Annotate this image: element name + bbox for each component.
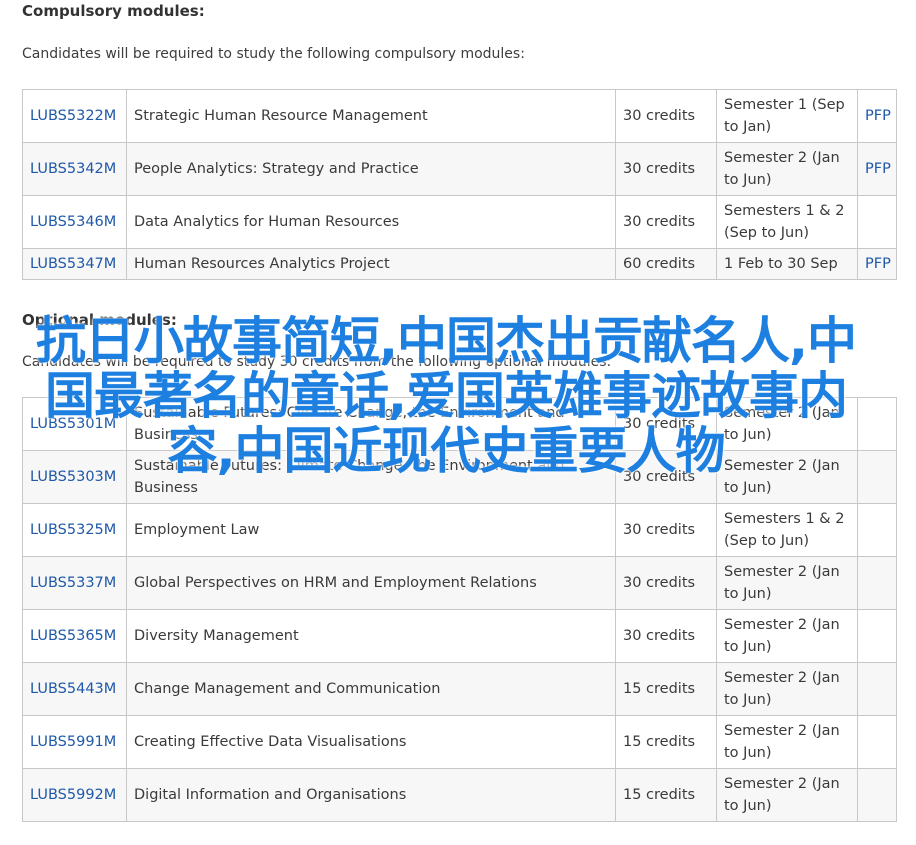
- module-code-cell: LUBS5342M: [22, 142, 127, 196]
- module-code-link[interactable]: LUBS5443M: [30, 681, 116, 697]
- module-name-cell: Employment Law: [126, 503, 616, 557]
- module-code-cell: LUBS5365M: [22, 609, 127, 663]
- module-name-cell: Digital Information and Organisations: [126, 768, 616, 822]
- module-semester-cell: Semester 2 (Jan to Jun): [716, 662, 858, 716]
- module-code-cell: LUBS5337M: [22, 556, 127, 610]
- module-pfp-cell: [857, 662, 897, 716]
- module-code-cell: LUBS5992M: [22, 768, 127, 822]
- module-pfp-cell: [857, 503, 897, 557]
- module-code-link[interactable]: LUBS5342M: [30, 161, 116, 177]
- module-pfp-cell: [857, 195, 897, 249]
- module-row: LUBS5322M Strategic Human Resource Manage…: [22, 89, 897, 143]
- module-pfp-cell: PFP: [857, 89, 897, 143]
- module-name-cell: Change Management and Communication: [126, 662, 616, 716]
- module-semester-cell: 1 Feb to 30 Sep: [716, 248, 858, 280]
- module-credits-cell: 30 credits: [615, 556, 717, 610]
- module-name-cell: Creating Effective Data Visualisations: [126, 715, 616, 769]
- compulsory-modules-intro: Candidates will be required to study the…: [22, 46, 525, 62]
- module-pfp-link[interactable]: PFP: [865, 161, 891, 177]
- module-name-cell: Strategic Human Resource Management: [126, 89, 616, 143]
- module-pfp-cell: [857, 768, 897, 822]
- module-pfp-cell: PFP: [857, 142, 897, 196]
- module-pfp-cell: [857, 397, 897, 451]
- module-name-cell: Global Perspectives on HRM and Employmen…: [126, 556, 616, 610]
- module-pfp-cell: PFP: [857, 248, 897, 280]
- module-row: LUBS5342M People Analytics: Strategy and …: [22, 142, 897, 196]
- module-code-cell: LUBS5322M: [22, 89, 127, 143]
- module-row: LUBS5991M Creating Effective Data Visuali…: [22, 715, 897, 769]
- module-row: LUBS5365M Diversity Management 30 credits S…: [22, 609, 897, 663]
- module-name-cell: Data Analytics for Human Resources: [126, 195, 616, 249]
- module-code-cell: LUBS5325M: [22, 503, 127, 557]
- module-credits-cell: 30 credits: [615, 195, 717, 249]
- module-credits-cell: 15 credits: [615, 768, 717, 822]
- module-pfp-cell: [857, 715, 897, 769]
- module-credits-cell: 15 credits: [615, 662, 717, 716]
- module-pfp-link[interactable]: PFP: [865, 256, 891, 272]
- module-name-cell: People Analytics: Strategy and Practice: [126, 142, 616, 196]
- module-code-link[interactable]: LUBS5991M: [30, 734, 116, 750]
- module-row: LUBS5346M Data Analytics for Human Resour…: [22, 195, 897, 249]
- module-code-link[interactable]: LUBS5346M: [30, 214, 116, 230]
- module-code-cell: LUBS5443M: [22, 662, 127, 716]
- module-semester-cell: Semester 2 (Jan to Jun): [716, 715, 858, 769]
- module-name-cell: Human Resources Analytics Project: [126, 248, 616, 280]
- module-pfp-link[interactable]: PFP: [865, 108, 891, 124]
- module-credits-cell: 30 credits: [615, 142, 717, 196]
- module-credits-cell: 30 credits: [615, 89, 717, 143]
- module-semester-cell: Semester 1 (Sep to Jan): [716, 89, 858, 143]
- module-row: LUBS5347M Human Resources Analytics Proje…: [22, 248, 897, 280]
- module-row: LUBS5443M Change Management and Communica…: [22, 662, 897, 716]
- module-semester-cell: Semester 2 (Jan to Jun): [716, 556, 858, 610]
- module-row: LUBS5992M Digital Information and Organis…: [22, 768, 897, 822]
- module-semester-cell: Semester 2 (Jan to Jun): [716, 142, 858, 196]
- module-code-link[interactable]: LUBS5337M: [30, 575, 116, 591]
- module-code-cell: LUBS5346M: [22, 195, 127, 249]
- module-semester-cell: Semesters 1 & 2 (Sep to Jun): [716, 503, 858, 557]
- module-code-link[interactable]: LUBS5325M: [30, 522, 116, 538]
- module-credits-cell: 30 credits: [615, 503, 717, 557]
- module-credits-cell: 30 credits: [615, 609, 717, 663]
- compulsory-modules-heading: Compulsory modules:: [22, 2, 205, 20]
- module-code-link[interactable]: LUBS5992M: [30, 787, 116, 803]
- module-semester-cell: Semester 2 (Jan to Jun): [716, 609, 858, 663]
- compulsory-modules-table: LUBS5322M Strategic Human Resource Manage…: [22, 89, 897, 280]
- module-code-cell: LUBS5991M: [22, 715, 127, 769]
- module-semester-cell: Semester 2 (Jan to Jun): [716, 768, 858, 822]
- module-code-link[interactable]: LUBS5365M: [30, 628, 116, 644]
- module-pfp-cell: [857, 450, 897, 504]
- module-pfp-cell: [857, 609, 897, 663]
- module-code-link[interactable]: LUBS5347M: [30, 256, 116, 272]
- module-pfp-cell: [857, 556, 897, 610]
- module-row: LUBS5325M Employment Law 30 credits Semeste…: [22, 503, 897, 557]
- module-semester-cell: Semesters 1 & 2 (Sep to Jun): [716, 195, 858, 249]
- overlay-caption: 抗日小故事简短,中国杰出贡献名人,中国最著名的童话,爱国英雄事迹故事内容,中国近…: [36, 312, 857, 480]
- module-code-link[interactable]: LUBS5322M: [30, 108, 116, 124]
- module-credits-cell: 60 credits: [615, 248, 717, 280]
- module-code-cell: LUBS5347M: [22, 248, 127, 280]
- module-row: LUBS5337M Global Perspectives on HRM and …: [22, 556, 897, 610]
- module-credits-cell: 15 credits: [615, 715, 717, 769]
- module-name-cell: Diversity Management: [126, 609, 616, 663]
